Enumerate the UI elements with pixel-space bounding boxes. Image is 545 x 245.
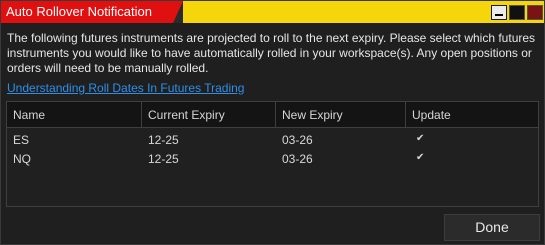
instrument-table: Name Current Expiry New Expiry Update ES… (6, 101, 539, 207)
column-header-new-expiry[interactable]: New Expiry (276, 102, 406, 128)
minimize-button[interactable] (491, 5, 507, 20)
description-text: The following futures instruments are pr… (7, 31, 536, 75)
cell-name: ES (13, 133, 30, 147)
table-header: Name Current Expiry New Expiry Update (7, 102, 538, 128)
cell-name: NQ (13, 152, 31, 166)
table-row[interactable]: NQ 12-25 03-26 ✔ (7, 151, 538, 167)
cell-new-expiry: 03-26 (282, 133, 313, 147)
cell-new-expiry: 03-26 (282, 152, 313, 166)
column-header-update[interactable]: Update (406, 102, 538, 128)
minimize-icon (495, 14, 503, 16)
column-header-name[interactable]: Name (7, 102, 142, 128)
update-checkbox[interactable]: ✔ (416, 134, 426, 144)
rollover-dialog: Auto Rollover Notification The following… (0, 0, 545, 245)
window-title: Auto Rollover Notification (6, 4, 152, 19)
column-header-current-expiry[interactable]: Current Expiry (142, 102, 276, 128)
update-checkbox[interactable]: ✔ (416, 153, 426, 163)
roll-dates-link[interactable]: Understanding Roll Dates In Futures Trad… (7, 81, 244, 95)
table-row[interactable]: ES 12-25 03-26 ✔ (7, 132, 538, 148)
close-button[interactable] (527, 5, 543, 20)
cell-current-expiry: 12-25 (148, 152, 179, 166)
title-bar[interactable]: Auto Rollover Notification (1, 1, 544, 23)
done-button[interactable]: Done (444, 214, 540, 241)
maximize-button[interactable] (509, 5, 525, 20)
title-tab: Auto Rollover Notification (1, 1, 183, 23)
title-bar-accent (183, 1, 544, 23)
cell-current-expiry: 12-25 (148, 133, 179, 147)
